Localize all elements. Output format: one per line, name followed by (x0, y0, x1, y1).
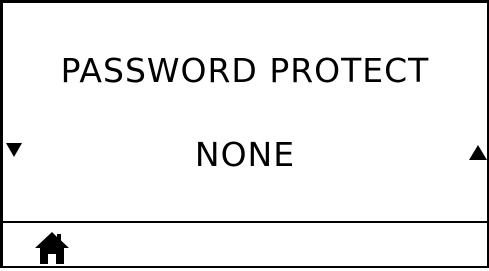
home-icon (35, 232, 69, 264)
home-button[interactable] (33, 230, 71, 266)
footer-divider (3, 221, 487, 223)
current-setting-value: NONE (194, 135, 296, 174)
next-option-arrow-icon[interactable] (469, 145, 487, 160)
printer-display: PASSWORD PROTECT NONE (0, 0, 489, 268)
menu-title: PASSWORD PROTECT (60, 51, 430, 90)
